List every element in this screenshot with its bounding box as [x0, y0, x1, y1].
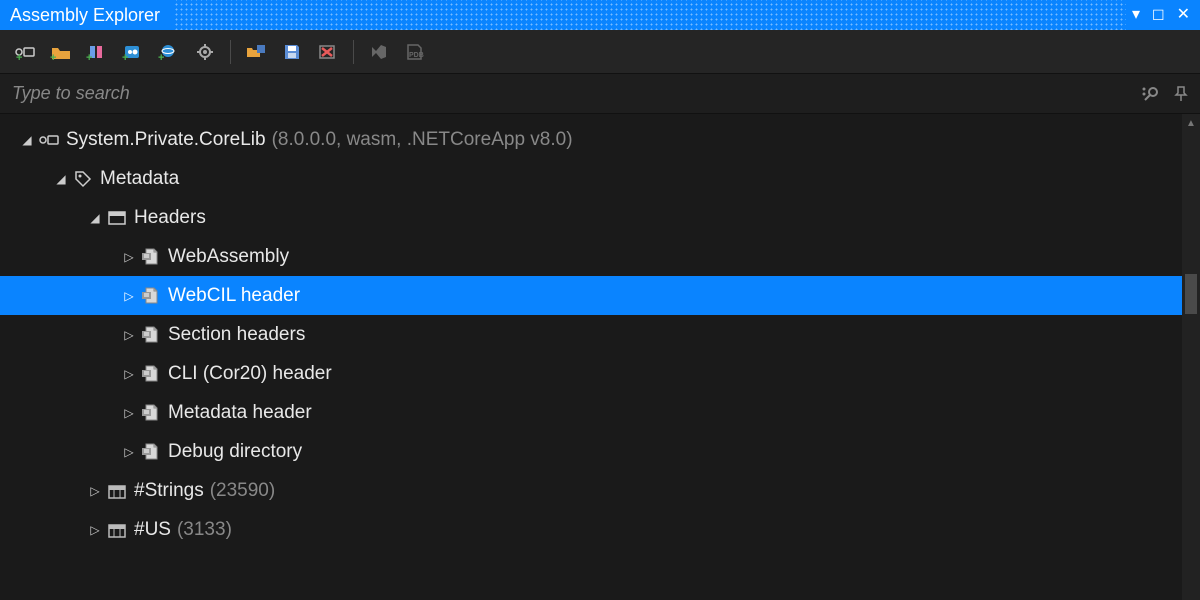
- save-icon: [283, 43, 301, 61]
- tree-node-label: System.Private.CoreLib: [66, 129, 266, 151]
- doc-icon: [140, 363, 162, 385]
- doc-icon: [140, 441, 162, 463]
- reference-icon: +: [14, 43, 36, 61]
- tree-node-meta: (8.0.0.0, wasm, .NETCoreApp v8.0): [272, 129, 573, 151]
- clear-icon: [318, 43, 338, 61]
- maximize-icon[interactable]: ☐: [1152, 8, 1165, 22]
- expand-arrow-icon[interactable]: ◢: [86, 211, 104, 225]
- tree-node-label: Metadata header: [168, 402, 312, 424]
- assembly-tree[interactable]: ◢ System.Private.CoreLib (8.0.0.0, wasm, .…: [0, 114, 1182, 600]
- save-list-button[interactable]: [277, 37, 307, 67]
- tree-row[interactable]: ▷ CLI (Cor20) header: [0, 354, 1182, 393]
- expand-arrow-icon[interactable]: ▷: [120, 250, 138, 264]
- clear-list-button[interactable]: [313, 37, 343, 67]
- tree-node-label: #US: [134, 519, 171, 541]
- doc-icon: [140, 324, 162, 346]
- expand-arrow-icon[interactable]: ▷: [86, 523, 104, 537]
- expand-arrow-icon[interactable]: ◢: [52, 172, 70, 186]
- tree-node-meta: (23590): [210, 480, 276, 502]
- tree-node-label: Metadata: [100, 168, 179, 190]
- open-project-button[interactable]: +: [154, 37, 184, 67]
- tree-node-label: WebCIL header: [168, 285, 300, 307]
- svg-text:+: +: [122, 52, 128, 61]
- titlebar: Assembly Explorer ▾ ☐ ✕: [0, 0, 1200, 30]
- titlebar-grip[interactable]: [174, 0, 1126, 30]
- pdb-icon: PDB: [404, 43, 426, 61]
- doc-icon: [140, 402, 162, 424]
- toolbar: + + + + +: [0, 30, 1200, 74]
- search-input[interactable]: [12, 83, 1140, 104]
- doc-icon: [140, 285, 162, 307]
- tree-row[interactable]: ◢ Headers: [0, 198, 1182, 237]
- gac-icon: +: [86, 43, 108, 61]
- open-gac-button[interactable]: +: [82, 37, 112, 67]
- tree-node-meta: (3133): [177, 519, 232, 541]
- expand-arrow-icon[interactable]: ▷: [120, 328, 138, 342]
- assembly-icon: [38, 129, 60, 151]
- expand-arrow-icon[interactable]: ▷: [120, 445, 138, 459]
- tree-row[interactable]: ▷ #Strings (23590): [0, 471, 1182, 510]
- panel-title: Assembly Explorer: [10, 5, 168, 26]
- headers-icon: [106, 207, 128, 229]
- pin-icon[interactable]: [1174, 85, 1188, 103]
- search-bar: [0, 74, 1200, 114]
- expand-arrow-icon[interactable]: ▷: [120, 367, 138, 381]
- search-options-icon[interactable]: [1140, 85, 1160, 103]
- svg-text:+: +: [158, 52, 164, 61]
- folder-icon: +: [50, 43, 72, 61]
- tree-node-label: Debug directory: [168, 441, 302, 463]
- settings-button[interactable]: [190, 37, 220, 67]
- collapse-all-button[interactable]: [241, 37, 271, 67]
- tree-node-label: Section headers: [168, 324, 305, 346]
- vertical-scrollbar[interactable]: ▲: [1182, 114, 1200, 600]
- tree-node-label: WebAssembly: [168, 246, 289, 268]
- tree-row[interactable]: ◢ System.Private.CoreLib (8.0.0.0, wasm, .…: [0, 120, 1182, 159]
- dropdown-icon[interactable]: ▾: [1132, 7, 1140, 23]
- show-pdb-button[interactable]: PDB: [400, 37, 430, 67]
- add-reference-button[interactable]: +: [10, 37, 40, 67]
- tag-icon: [72, 168, 94, 190]
- expand-arrow-icon[interactable]: ▷: [120, 289, 138, 303]
- svg-text:+: +: [86, 52, 92, 61]
- toolbar-separator: [353, 40, 354, 64]
- tree-row[interactable]: ◢ Metadata: [0, 159, 1182, 198]
- tree-row[interactable]: ▷ WebAssembly: [0, 237, 1182, 276]
- tree-node-label: #Strings: [134, 480, 204, 502]
- scroll-up-icon[interactable]: ▲: [1182, 114, 1200, 132]
- open-folder-button[interactable]: +: [46, 37, 76, 67]
- svg-text:+: +: [16, 52, 22, 61]
- svg-text:PDB: PDB: [409, 52, 424, 59]
- expand-arrow-icon[interactable]: ◢: [18, 133, 36, 147]
- expand-arrow-icon[interactable]: ▷: [86, 484, 104, 498]
- tree-container: ◢ System.Private.CoreLib (8.0.0.0, wasm, .…: [0, 114, 1200, 600]
- show-in-vs-button[interactable]: [364, 37, 394, 67]
- tree-row[interactable]: ▷ Debug directory: [0, 432, 1182, 471]
- vs-icon: [369, 43, 389, 61]
- open-nuget-button[interactable]: +: [118, 37, 148, 67]
- expand-arrow-icon[interactable]: ▷: [120, 406, 138, 420]
- close-icon[interactable]: ✕: [1177, 7, 1190, 23]
- collapse-icon: [246, 43, 266, 61]
- tree-row[interactable]: ▷ WebCIL header: [0, 276, 1182, 315]
- tree-row[interactable]: ▷ Metadata header: [0, 393, 1182, 432]
- scrollbar-thumb[interactable]: [1185, 274, 1197, 314]
- tree-node-label: CLI (Cor20) header: [168, 363, 332, 385]
- window-controls: ▾ ☐ ✕: [1132, 7, 1190, 23]
- stream-icon: [106, 519, 128, 541]
- doc-icon: [140, 246, 162, 268]
- gear-icon: [195, 42, 215, 62]
- stream-icon: [106, 480, 128, 502]
- tree-node-label: Headers: [134, 207, 206, 229]
- svg-text:+: +: [50, 52, 56, 61]
- nuget-icon: +: [122, 43, 144, 61]
- project-icon: +: [158, 43, 180, 61]
- toolbar-separator: [230, 40, 231, 64]
- tree-row[interactable]: ▷ Section headers: [0, 315, 1182, 354]
- tree-row[interactable]: ▷ #US (3133): [0, 510, 1182, 549]
